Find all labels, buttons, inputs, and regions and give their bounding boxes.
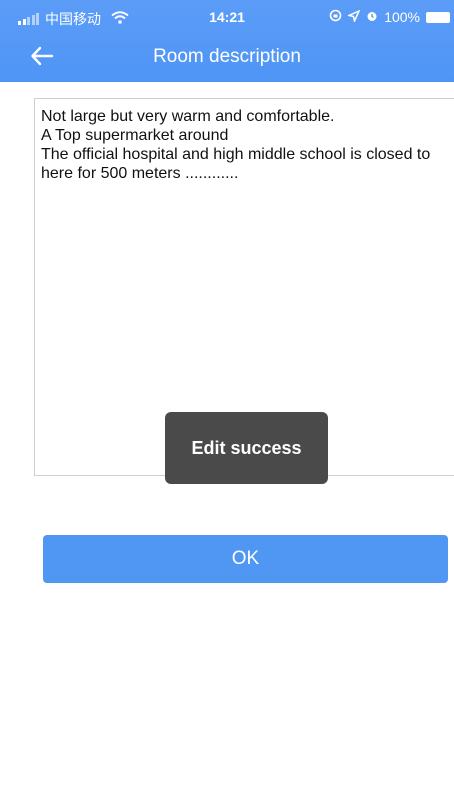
ok-button[interactable]: OK (43, 535, 448, 583)
header: 中国移动 14:21 100% Room description (0, 0, 454, 82)
status-right: 100% (329, 9, 450, 25)
battery-icon (426, 11, 450, 23)
status-bar: 中国移动 14:21 100% (0, 0, 454, 34)
rotation-lock-icon (329, 9, 342, 25)
room-description-screen: 中国移动 14:21 100% Room description Not lar… (0, 0, 454, 809)
edit-success-toast: Edit success (165, 412, 328, 484)
alarm-icon (366, 9, 378, 25)
battery-percent: 100% (384, 9, 420, 25)
location-icon (346, 9, 361, 25)
page-title: Room description (153, 46, 301, 67)
nav-bar: Room description (0, 34, 454, 82)
